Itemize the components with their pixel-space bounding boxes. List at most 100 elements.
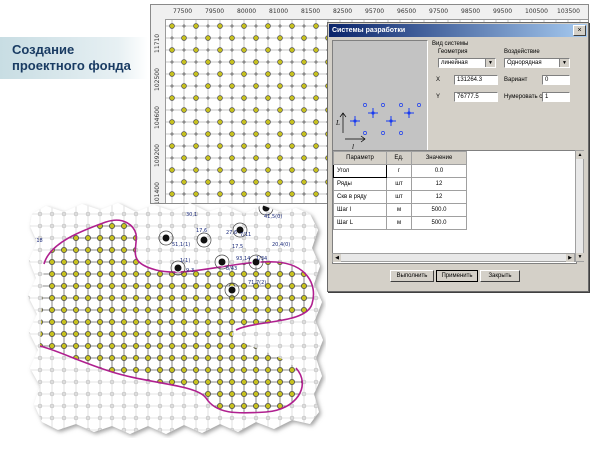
param-value[interactable]: 12 bbox=[411, 190, 467, 204]
param-value[interactable]: 12 bbox=[411, 177, 467, 191]
chevron-down-icon[interactable]: ▼ bbox=[485, 59, 495, 67]
well-marker bbox=[73, 200, 78, 205]
param-value[interactable]: 0.0 bbox=[411, 164, 467, 178]
dim-well bbox=[157, 427, 163, 433]
dim-well bbox=[313, 427, 319, 433]
dim-well bbox=[37, 271, 43, 277]
production-well bbox=[417, 103, 421, 107]
well-marker bbox=[133, 283, 140, 290]
well-marker bbox=[264, 402, 271, 409]
dim-well bbox=[85, 367, 91, 373]
table-row[interactable]: Шаг l м 500.0 bbox=[333, 203, 467, 217]
dim-well bbox=[313, 271, 319, 277]
dim-well bbox=[205, 203, 211, 205]
close-icon[interactable]: × bbox=[573, 25, 586, 36]
dim-well bbox=[97, 427, 103, 433]
well-marker bbox=[193, 191, 199, 197]
ruler-tick-label: 96500 bbox=[397, 8, 417, 15]
vertical-scrollbar[interactable]: ▲ ▼ bbox=[575, 150, 584, 262]
dim-well bbox=[181, 391, 187, 397]
dim-well bbox=[313, 343, 319, 349]
well-marker bbox=[301, 35, 307, 41]
dim-well bbox=[253, 223, 259, 229]
well-marker bbox=[121, 366, 128, 373]
x-input[interactable]: 131264.3 bbox=[454, 75, 498, 85]
param-unit: м bbox=[386, 203, 412, 217]
well-cross bbox=[314, 84, 318, 88]
param-name[interactable]: Шаг L bbox=[333, 216, 387, 230]
dim-well bbox=[313, 247, 319, 253]
dim-well bbox=[265, 415, 271, 421]
dim-well bbox=[37, 379, 43, 385]
well-marker bbox=[217, 167, 223, 173]
table-row[interactable]: Шаг L м 500.0 bbox=[333, 216, 467, 230]
dim-well bbox=[157, 247, 163, 253]
scroll-up-icon[interactable]: ▲ bbox=[576, 151, 584, 159]
well-marker bbox=[133, 342, 140, 349]
geometry-select[interactable]: линейная ▼ bbox=[438, 58, 496, 68]
y-input[interactable]: 76777.5 bbox=[454, 92, 498, 102]
param-name[interactable]: Ряды bbox=[333, 177, 387, 191]
dim-well bbox=[217, 203, 223, 205]
ruler-tick-label: 98500 bbox=[461, 8, 481, 15]
well-marker bbox=[313, 211, 318, 216]
param-value[interactable]: 500.0 bbox=[411, 216, 467, 230]
variant-input[interactable]: 0 bbox=[542, 75, 570, 85]
dim-well bbox=[121, 379, 127, 385]
well-marker bbox=[229, 83, 235, 89]
dim-well bbox=[217, 211, 223, 217]
well-marker bbox=[277, 59, 283, 65]
scroll-down-icon[interactable]: ▼ bbox=[576, 253, 584, 261]
dim-well bbox=[121, 391, 127, 397]
dim-well bbox=[229, 427, 235, 433]
well-marker bbox=[265, 23, 271, 29]
dim-well bbox=[169, 247, 175, 253]
horizontal-scrollbar[interactable]: ◀ ▶ bbox=[332, 253, 575, 262]
well-marker bbox=[97, 330, 104, 337]
well-marker bbox=[168, 319, 175, 326]
well-marker bbox=[73, 307, 80, 314]
dim-well bbox=[289, 211, 295, 217]
run-button[interactable]: Выполнить bbox=[390, 270, 434, 282]
dim-well bbox=[241, 415, 247, 421]
field-map[interactable]: 30,1 17,6 51,1(1) 7/1127,6 41,5(0) 17,5 20,4(0… bbox=[26, 200, 326, 438]
dim-well bbox=[169, 223, 175, 229]
param-name[interactable]: Шаг l bbox=[333, 203, 387, 217]
scroll-left-icon[interactable]: ◀ bbox=[333, 254, 341, 262]
table-row[interactable]: Угол г 0.0 bbox=[333, 164, 467, 178]
well-cross bbox=[206, 72, 210, 76]
scroll-right-icon[interactable]: ▶ bbox=[566, 254, 574, 262]
dim-well bbox=[157, 203, 163, 205]
dim-well bbox=[28, 211, 31, 217]
dim-well bbox=[265, 235, 271, 241]
param-name[interactable]: Скв в ряду bbox=[333, 190, 387, 204]
param-value[interactable]: 500.0 bbox=[411, 203, 467, 217]
well-marker bbox=[252, 354, 259, 361]
production-well bbox=[363, 131, 367, 135]
well-cross bbox=[230, 24, 234, 28]
well-marker bbox=[312, 247, 314, 254]
dim-well bbox=[313, 367, 319, 373]
well-marker bbox=[241, 95, 247, 101]
apply-button[interactable]: Применить bbox=[436, 270, 478, 282]
dim-well bbox=[193, 203, 199, 205]
injection-well-center bbox=[389, 119, 393, 123]
dim-well bbox=[121, 415, 127, 421]
well-marker bbox=[145, 307, 152, 314]
well-marker bbox=[133, 307, 140, 314]
well-cross bbox=[302, 192, 306, 196]
numbering-input[interactable]: 1 bbox=[542, 92, 570, 102]
close-button[interactable]: Закрыть bbox=[480, 270, 520, 282]
dim-well bbox=[229, 211, 235, 217]
existing-well bbox=[161, 233, 171, 243]
chevron-down-icon[interactable]: ▼ bbox=[559, 59, 569, 67]
impact-select[interactable]: Однорядная ▼ bbox=[504, 58, 570, 68]
dim-well bbox=[97, 203, 103, 205]
dim-well bbox=[301, 203, 307, 205]
table-row[interactable]: Скв в ряду шт 12 bbox=[333, 190, 467, 204]
table-row[interactable]: Ряды шт 12 bbox=[333, 177, 467, 191]
param-name[interactable]: Угол bbox=[333, 164, 387, 178]
well-label: 20,4(0) bbox=[272, 242, 290, 248]
dim-well bbox=[157, 211, 163, 217]
well-marker bbox=[313, 427, 318, 432]
